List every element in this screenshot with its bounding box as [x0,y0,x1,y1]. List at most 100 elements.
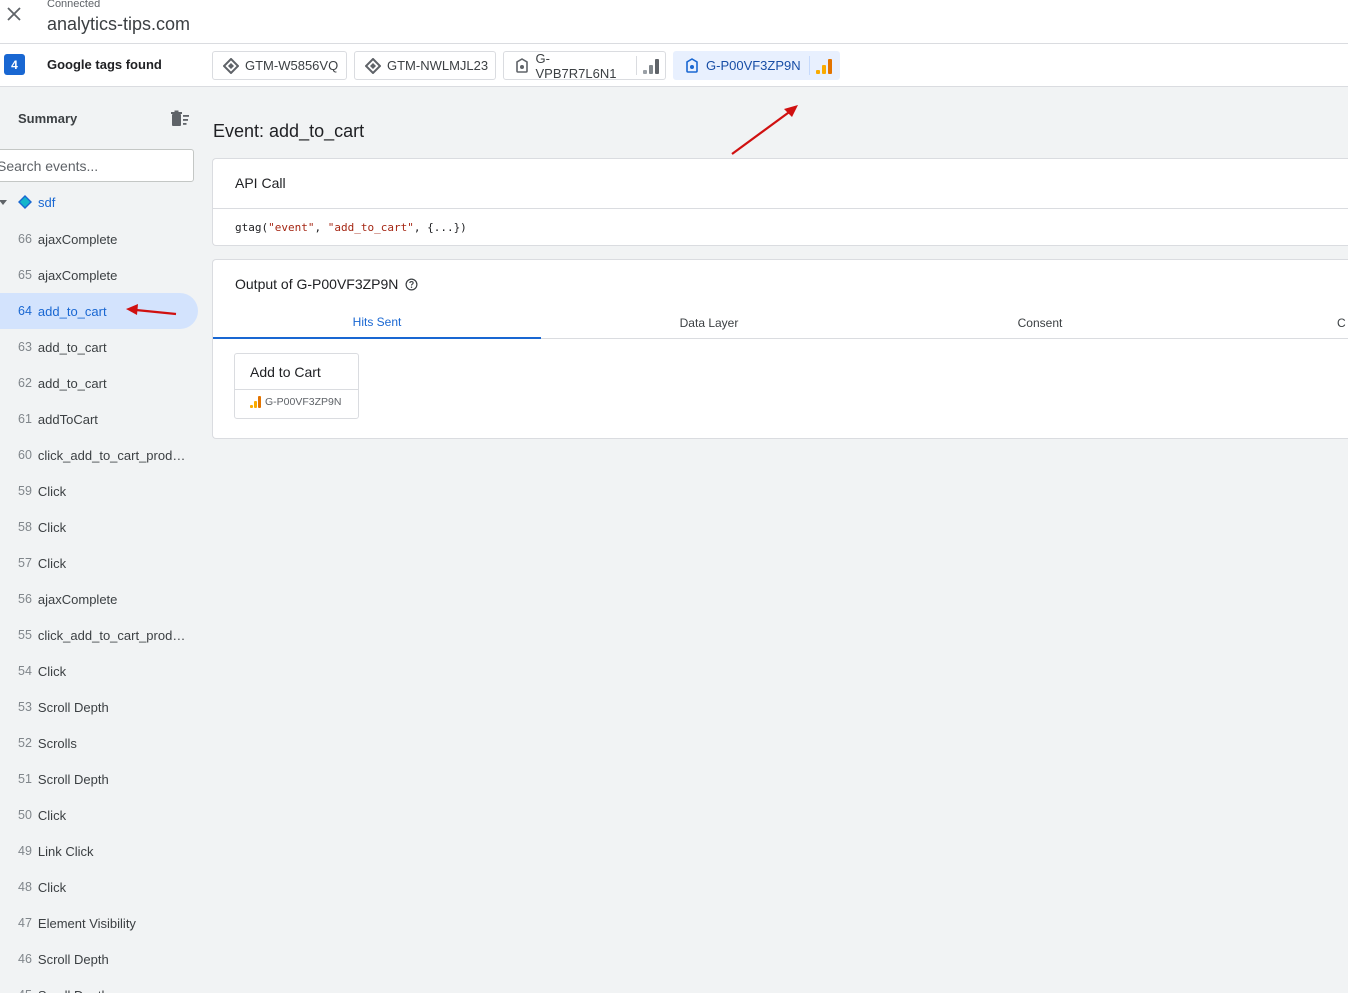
event-item[interactable]: 59 Click [0,473,198,509]
output-title: Output of G-P00VF3ZP9N [235,276,418,292]
output-card: Output of G-P00VF3ZP9N Hits Sent Data La… [212,259,1348,439]
event-item[interactable]: 64 add_to_cart [0,293,198,329]
container-name: sdf [38,194,56,210]
close-button[interactable] [4,4,24,24]
event-number: 65 [18,268,32,282]
help-icon[interactable] [405,278,418,291]
event-number: 66 [18,232,32,246]
event-number: 60 [18,448,32,462]
event-name: ajaxComplete [37,231,118,247]
close-icon [7,7,21,21]
event-item[interactable]: 54 Click [0,653,198,689]
event-number: 51 [18,772,32,786]
event-name: Click [37,879,67,895]
event-name: Element Visibility [37,915,136,931]
event-item[interactable]: 46 Scroll Depth [0,941,198,977]
event-number: 48 [18,880,32,894]
event-item[interactable]: 51 Scroll Depth [0,761,198,797]
output-tabs: Hits Sent Data Layer Consent C [213,306,1348,339]
event-number: 64 [18,304,32,318]
event-number: 58 [18,520,32,534]
api-call-title: API Call [235,175,286,191]
event-name: Click [37,555,67,571]
event-number: 55 [18,628,32,642]
event-name: Click [37,519,67,535]
event-name: click_add_to_cart_prod… [37,627,186,643]
event-item[interactable]: 52 Scrolls [0,725,198,761]
event-name: Scroll Depth [37,771,109,787]
event-number: 50 [18,808,32,822]
tag-chip-gtm-w5856vq[interactable]: GTM-W5856VQ [212,51,347,80]
event-name: add_to_cart [37,375,107,391]
event-item[interactable]: 61 addToCart [0,401,198,437]
event-number: 57 [18,556,32,570]
event-number: 54 [18,664,32,678]
analytics-bars-icon [250,396,262,408]
analytics-bars-icon [815,58,832,74]
event-number: 53 [18,700,32,714]
event-number: 46 [18,952,32,966]
event-item[interactable]: 66 ajaxComplete [0,221,198,257]
event-name: addToCart [37,411,98,427]
tag-chip-g-p00vf3zp9n[interactable]: G-P00VF3ZP9N [673,51,840,80]
event-item[interactable]: 60 click_add_to_cart_prod… [0,437,198,473]
event-item[interactable]: 63 add_to_cart [0,329,198,365]
tag-chip-label: G-VPB7R7L6N1 [535,50,617,81]
tag-chip-gtm-nwlmjl23[interactable]: GTM-NWLMJL23 [354,51,496,80]
tag-chip-label: G-P00VF3ZP9N [706,58,801,73]
container-row-sdf[interactable]: sdf [0,190,200,214]
connection-status: Connected [47,0,101,10]
event-name: Scroll Depth [37,699,109,715]
google-tag-icon [684,58,700,74]
event-item[interactable]: 47 Element Visibility [0,905,198,941]
event-name: ajaxComplete [37,591,118,607]
clear-messages-button[interactable] [170,110,190,128]
tab-consent[interactable]: Consent [877,306,1203,339]
event-list: 66 ajaxComplete 65 ajaxComplete 64 add_to_car… [0,221,202,993]
event-name: add_to_cart [37,303,107,319]
event-number: 61 [18,412,32,426]
tab-data-layer[interactable]: Data Layer [541,306,877,339]
container-diamond-icon [18,195,32,209]
tag-count-badge: 4 [4,54,25,75]
gtm-diamond-icon [223,57,239,74]
event-item[interactable]: 56 ajaxComplete [0,581,198,617]
event-item[interactable]: 49 Link Click [0,833,198,869]
api-call-card: API Call gtag("event", "add_to_cart", {.… [212,158,1348,246]
caret-down-icon [0,200,7,205]
event-item[interactable]: 48 Click [0,869,198,905]
event-item[interactable]: 45 Scroll Depth [0,977,198,993]
event-name: add_to_cart [37,339,107,355]
event-item[interactable]: 50 Click [0,797,198,833]
tab-hits-sent[interactable]: Hits Sent [213,306,541,339]
event-name: Click [37,807,67,823]
gtm-diamond-icon [365,57,381,74]
tags-found-label: Google tags found [47,57,162,72]
event-number: 59 [18,484,32,498]
tag-chip-label: GTM-NWLMJL23 [387,58,489,73]
api-call-code: gtag("event", "add_to_cart", {...}) [235,221,467,234]
event-number: 49 [18,844,32,858]
event-name: Scroll Depth [37,951,109,967]
event-number: 52 [18,736,32,750]
event-number: 63 [18,340,32,354]
main-panel: Event: add_to_cart API Call gtag("event"… [202,87,1348,993]
event-number: 45 [18,988,32,993]
event-name: Scroll Depth [38,988,109,993]
event-item[interactable]: 57 Click [0,545,198,581]
search-events-input[interactable] [0,149,194,182]
event-item[interactable]: 65 ajaxComplete [0,257,198,293]
event-number: 56 [18,592,32,606]
event-item[interactable]: 53 Scroll Depth [0,689,198,725]
hit-card-add-to-cart[interactable]: Add to Cart G-P00VF3ZP9N [234,353,359,419]
tags-bar: 4 Google tags found GTM-W5856VQ GTM-NWLM… [0,44,1348,87]
tag-chip-g-vpb7r7l6n1[interactable]: G-VPB7R7L6N1 [503,50,666,81]
event-item[interactable]: 62 add_to_cart [0,365,198,401]
event-item[interactable]: 58 Click [0,509,198,545]
event-number: 62 [18,376,32,390]
tab-truncated[interactable]: C [1337,306,1348,339]
summary-link[interactable]: Summary [18,111,77,126]
event-name: Scrolls [37,735,77,751]
event-item[interactable]: 55 click_add_to_cart_prod… [0,617,198,653]
google-tag-icon [514,58,530,74]
